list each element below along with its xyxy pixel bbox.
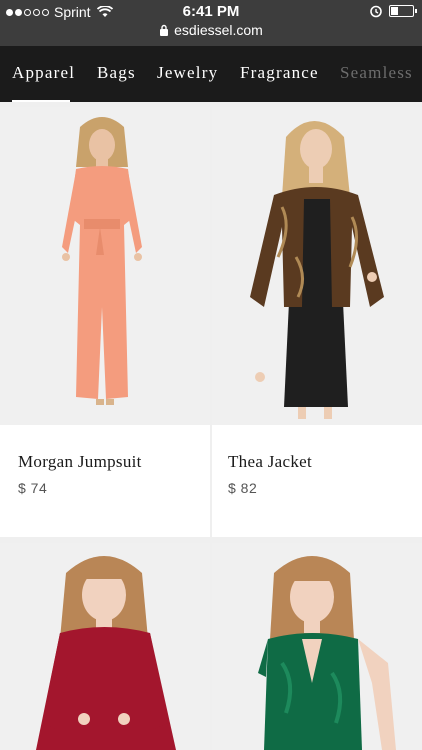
product-name[interactable]: Morgan Jumpsuit [18, 452, 142, 472]
battery-icon [389, 5, 417, 17]
alarm-icon [370, 5, 382, 18]
product-image[interactable] [212, 107, 422, 425]
product-card-thea-jacket[interactable]: Thea Jacket $ 82 [212, 107, 422, 537]
category-nav: Apparel Bags Jewelry Fragrance Seamless [0, 46, 422, 102]
product-price: $ 74 [18, 480, 48, 496]
tab-fragrance[interactable]: Fragrance [240, 63, 319, 83]
green-dress-photo [212, 543, 422, 750]
url-bar[interactable]: esdiessel.com [0, 22, 422, 38]
status-right [369, 4, 417, 18]
tab-seamless[interactable]: Seamless [340, 63, 413, 83]
product-card-green-dress[interactable] [212, 543, 422, 750]
jacket-photo [212, 107, 422, 425]
product-card-morgan-jumpsuit[interactable]: Morgan Jumpsuit $ 74 [0, 107, 210, 537]
product-image[interactable] [0, 543, 210, 750]
url-text: esdiessel.com [174, 22, 263, 38]
tab-apparel[interactable]: Apparel [12, 63, 75, 83]
product-card-red-dress[interactable] [0, 543, 210, 750]
clock: 6:41 PM [182, 3, 240, 20]
lock-icon [160, 24, 169, 36]
tab-bags[interactable]: Bags [97, 63, 136, 83]
product-price: $ 82 [228, 480, 258, 496]
product-image[interactable] [0, 107, 210, 425]
tab-jewelry[interactable]: Jewelry [157, 63, 218, 83]
jumpsuit-photo [0, 107, 210, 425]
active-tab-indicator [12, 100, 70, 102]
product-image[interactable] [212, 543, 422, 750]
status-bar: Sprint 6:41 PM esdiessel.com [0, 0, 422, 46]
product-name[interactable]: Thea Jacket [228, 452, 312, 472]
red-dress-photo [0, 543, 210, 750]
